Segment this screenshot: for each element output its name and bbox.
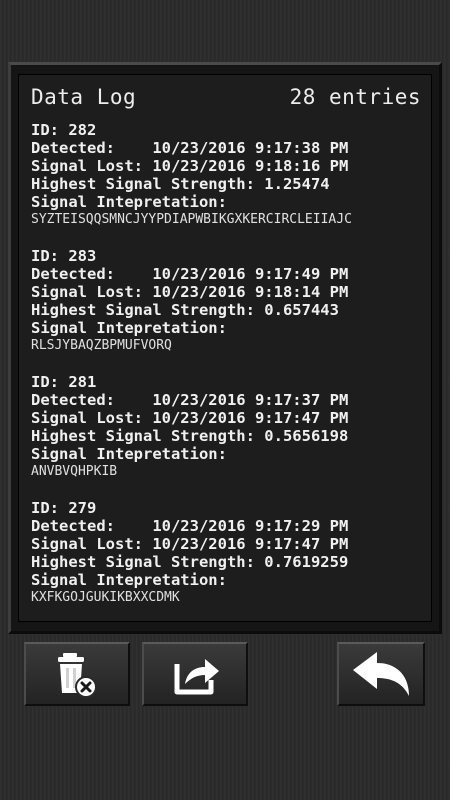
log-entry[interactable]: ID: 282 Detected: 10/23/2016 9:17:38 PM … [31,121,423,229]
entry-interpretation-value: KXFKGOJGUKIKBXXCDMK [31,590,180,605]
log-entry[interactable]: ID: 279 Detected: 10/23/2016 9:17:29 PM … [31,499,423,607]
log-entry[interactable]: ID: 281 Detected: 10/23/2016 9:17:37 PM … [31,373,423,481]
entry-signal-strength: Highest Signal Strength: 1.25474 [31,175,330,193]
entry-id: ID: 279 [31,499,97,517]
back-arrow-icon [349,648,413,700]
entry-interpretation-value: SYZTEISQQSMNCJYYPDIAPWBIKGXKERCIRCLEIIAJ… [31,212,352,227]
log-entry[interactable]: ID: 283 Detected: 10/23/2016 9:17:49 PM … [31,247,423,355]
log-entry-list[interactable]: ID: 282 Detected: 10/23/2016 9:17:38 PM … [31,121,423,621]
entry-signal-strength: Highest Signal Strength: 0.657443 [31,301,339,319]
data-log-screen[interactable]: Data Log 28 entries ID: 282 Detected: 10… [18,74,432,622]
entry-interpretation-label: Signal Intepretation: [31,319,227,337]
entry-id: ID: 282 [31,121,97,139]
entry-signal-strength: Highest Signal Strength: 0.7619259 [31,553,349,571]
entry-signal-lost: Signal Lost: 10/23/2016 9:17:47 PM [31,409,349,427]
entry-interpretation-value: ANVBVQHPKIB [31,464,118,479]
entry-signal-lost: Signal Lost: 10/23/2016 9:17:47 PM [31,535,349,553]
page-title: Data Log [31,85,137,109]
entry-detected: Detected: 10/23/2016 9:17:38 PM [31,139,349,157]
entry-interpretation-value: RLSJYBAQZBPMUFVORQ [31,338,172,353]
back-button[interactable] [337,642,425,706]
entry-detected: Detected: 10/23/2016 9:17:49 PM [31,265,349,283]
share-log-button[interactable] [142,642,248,706]
entry-interpretation-label: Signal Intepretation: [31,193,227,211]
entry-count: 28 entries [289,85,421,109]
log-header: Data Log 28 entries [31,85,421,115]
share-export-icon [167,650,223,698]
entry-interpretation-label: Signal Intepretation: [31,445,227,463]
entry-detected: Detected: 10/23/2016 9:17:37 PM [31,391,349,409]
entry-id: ID: 283 [31,247,97,265]
entry-signal-lost: Signal Lost: 10/23/2016 9:18:14 PM [31,283,349,301]
entry-signal-strength: Highest Signal Strength: 0.5656198 [31,427,349,445]
entry-signal-lost: Signal Lost: 10/23/2016 9:18:16 PM [31,157,349,175]
entry-interpretation-label: Signal Intepretation: [31,571,227,589]
trash-delete-icon [51,648,103,700]
entry-id: ID: 281 [31,373,97,391]
entry-detected: Detected: 10/23/2016 9:17:29 PM [31,517,349,535]
delete-log-button[interactable] [24,642,130,706]
